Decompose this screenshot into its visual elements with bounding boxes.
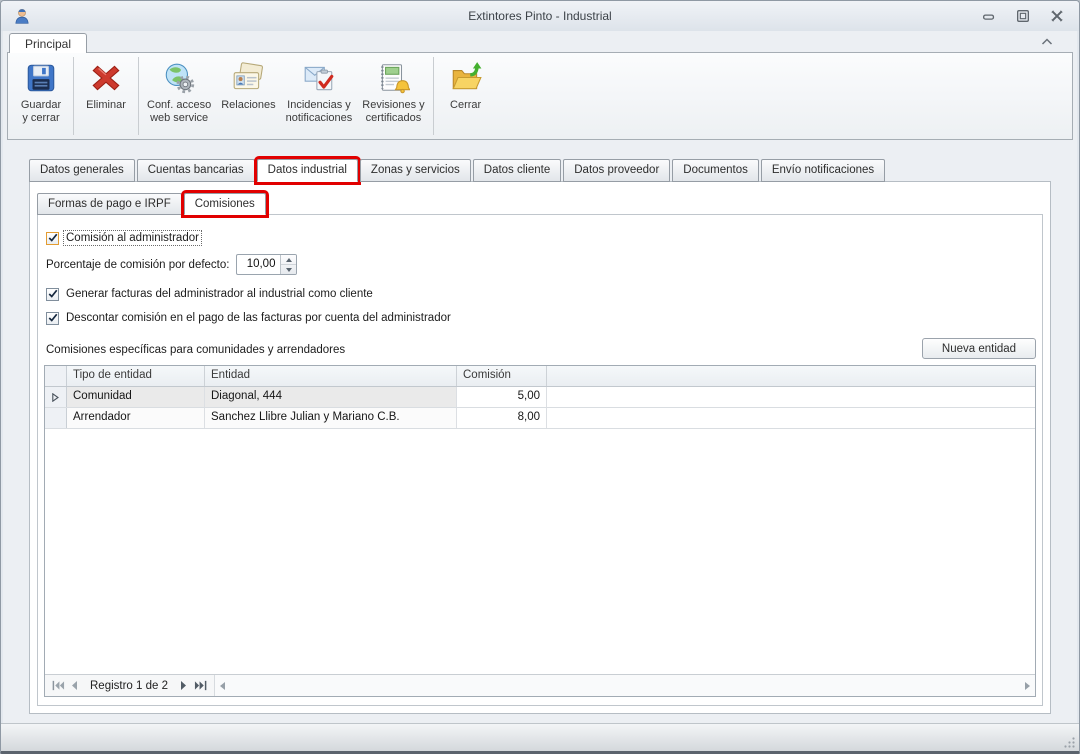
column-header-tipo[interactable]: Tipo de entidad — [67, 366, 205, 387]
subtab-formas-de-pago[interactable]: Formas de pago e IRPF — [37, 192, 182, 216]
web-service-config-button[interactable]: Conf. acceso web service — [142, 55, 216, 137]
cell-comision[interactable]: 8,00 — [457, 408, 547, 429]
sub-tab-strip: Formas de pago e IRPF Comisiones — [37, 189, 1043, 219]
maximize-icon[interactable] — [1013, 7, 1033, 25]
grid-caption-row: Comisiones específicas para comunidades … — [46, 338, 1036, 360]
main-area: Datos generales Cuentas bancarias Datos … — [1, 140, 1079, 723]
grid-footer: Registro 1 de 2 — [45, 674, 1035, 696]
percent-value[interactable]: 10,00 — [237, 255, 280, 274]
checkbox-checked-icon[interactable] — [46, 287, 59, 301]
default-percent-label: Porcentaje de comisión por defecto: — [46, 258, 230, 271]
commissions-grid: Tipo de entidad Entidad Comisión Comunid… — [44, 365, 1036, 697]
grid-header-row: Tipo de entidad Entidad Comisión — [45, 366, 1035, 388]
save-and-close-button[interactable]: Guardar y cerrar — [12, 55, 70, 137]
tab-cuentas-bancarias[interactable]: Cuentas bancarias — [136, 159, 255, 182]
tab-datos-industrial[interactable]: Datos industrial — [253, 156, 361, 185]
scroll-right-icon[interactable] — [1025, 681, 1030, 690]
resize-grip-icon[interactable] — [1063, 736, 1076, 749]
new-entity-button[interactable]: Nueva entidad — [922, 338, 1036, 360]
incidents-notifications-button[interactable]: Incidencias y notificaciones — [281, 55, 358, 137]
main-tab-strip: Datos generales Cuentas bancarias Datos … — [29, 156, 1051, 185]
column-header-entidad[interactable]: Entidad — [205, 366, 457, 387]
percent-spin-editor[interactable]: 10,00 — [236, 254, 298, 276]
ribbon-button-label: Cerrar — [450, 99, 482, 111]
cell-entidad[interactable]: Sanchez Llibre Julian y Mariano C.B. — [205, 408, 457, 429]
grid-header-filler — [547, 366, 1035, 386]
incidents-notifications-icon — [304, 66, 334, 91]
ribbon-separator — [73, 57, 74, 135]
tab-datos-proveedor[interactable]: Datos proveedor — [563, 159, 671, 182]
cell-tipo[interactable]: Comunidad — [67, 387, 205, 408]
grid-empty-area — [45, 429, 1035, 674]
prev-record-icon[interactable] — [66, 678, 82, 694]
ribbon-tab-row: Principal — [1, 31, 1079, 53]
close-button[interactable]: Cerrar — [437, 55, 495, 137]
spin-down-icon[interactable] — [281, 265, 296, 274]
ribbon-separator — [138, 57, 139, 135]
checkbox-checked-icon[interactable] — [46, 311, 59, 325]
generate-invoices-checkbox[interactable]: Generar facturas del administrador al in… — [46, 287, 1036, 301]
ribbon-separator — [432, 57, 434, 135]
comisiones-panel: Comisión al administrador Porcentaje de … — [37, 214, 1043, 706]
last-record-icon[interactable] — [192, 678, 208, 694]
datos-industrial-panel: Formas de pago e IRPF Comisiones Comisió… — [29, 180, 1051, 714]
horizontal-scrollbar[interactable] — [214, 675, 1035, 696]
relations-icon — [234, 62, 264, 90]
ribbon-button-label: Revisiones y certificados — [362, 99, 425, 125]
cell-comision[interactable]: 5,00 — [457, 387, 547, 408]
current-row-indicator-icon — [45, 387, 67, 408]
cell-filler — [547, 408, 1035, 428]
tab-datos-cliente[interactable]: Datos cliente — [472, 159, 562, 182]
record-navigator-label: Registro 1 de 2 — [90, 680, 168, 692]
web-service-config-icon — [165, 63, 195, 94]
app-window: Extintores Pinto - Industrial Principal — [0, 0, 1080, 754]
default-percent-row: Porcentaje de comisión por defecto: 10,0… — [46, 254, 1036, 276]
chevron-up-icon[interactable] — [1039, 34, 1055, 50]
table-row[interactable]: Comunidad Diagonal, 444 5,00 — [45, 387, 1035, 409]
ribbon-button-label: Conf. acceso web service — [147, 99, 212, 125]
status-bar — [1, 723, 1079, 751]
revisions-certificates-icon — [381, 64, 411, 94]
next-record-icon[interactable] — [176, 678, 192, 694]
minimize-icon[interactable] — [979, 7, 999, 25]
subtab-comisiones[interactable]: Comisiones — [180, 189, 269, 219]
column-header-comision[interactable]: Comisión — [457, 366, 547, 387]
tab-datos-generales[interactable]: Datos generales — [29, 159, 135, 182]
cell-filler — [547, 387, 1035, 407]
ribbon-tab-principal[interactable]: Principal — [9, 33, 88, 53]
ribbon-panel: Guardar y cerrar Eliminar Conf. acceso w… — [7, 52, 1073, 140]
cell-tipo[interactable]: Arrendador — [67, 408, 205, 429]
save-close-icon — [27, 64, 55, 92]
first-record-icon[interactable] — [50, 678, 66, 694]
ribbon-button-label: Incidencias y notificaciones — [285, 99, 353, 125]
tab-documentos[interactable]: Documentos — [672, 159, 759, 182]
ribbon-button-label: Guardar y cerrar — [20, 99, 62, 125]
revisions-certificates-button[interactable]: Revisiones y certificados — [357, 55, 429, 137]
tab-envio-notificaciones[interactable]: Envío notificaciones — [760, 159, 886, 182]
relations-button[interactable]: Relaciones — [216, 55, 280, 137]
cell-entidad[interactable]: Diagonal, 444 — [205, 387, 457, 408]
checkbox-checked-icon[interactable] — [46, 231, 59, 245]
close-folder-icon — [452, 62, 482, 90]
ribbon-button-label: Eliminar — [86, 99, 126, 111]
grid-indicator-header — [45, 366, 67, 387]
spin-up-icon[interactable] — [281, 255, 297, 266]
delete-button[interactable]: Eliminar — [77, 55, 135, 137]
close-icon[interactable] — [1047, 7, 1067, 25]
title-bar: Extintores Pinto - Industrial — [1, 1, 1079, 31]
checkbox-label: Descontar comisión en el pago de las fac… — [66, 312, 451, 325]
table-row[interactable]: Arrendador Sanchez Llibre Julian y Maria… — [45, 408, 1035, 430]
delete-icon — [92, 65, 120, 91]
scroll-left-icon[interactable] — [220, 681, 225, 690]
grid-caption: Comisiones específicas para comunidades … — [46, 344, 346, 357]
tab-zonas-y-servicios[interactable]: Zonas y servicios — [359, 159, 471, 182]
admin-commission-checkbox[interactable]: Comisión al administrador — [46, 230, 1036, 247]
checkbox-label: Generar facturas del administrador al in… — [66, 288, 373, 301]
checkbox-label: Comisión al administrador — [63, 230, 202, 247]
discount-commission-checkbox[interactable]: Descontar comisión en el pago de las fac… — [46, 311, 1036, 325]
window-title: Extintores Pinto - Industrial — [468, 9, 612, 23]
ribbon-button-label: Relaciones — [221, 99, 276, 111]
row-indicator — [45, 408, 67, 429]
spin-buttons — [280, 255, 297, 275]
